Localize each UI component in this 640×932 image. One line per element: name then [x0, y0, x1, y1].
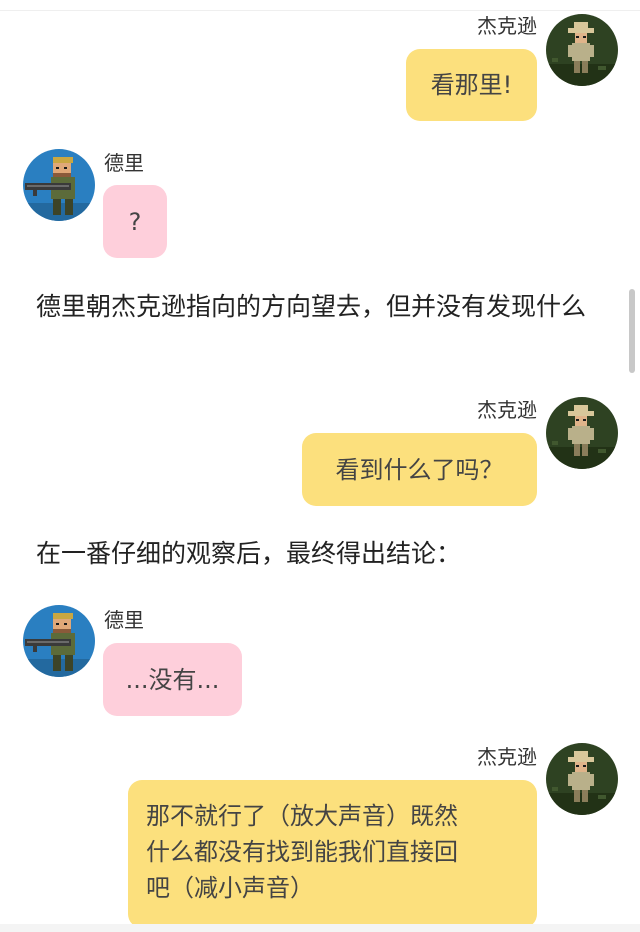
bottom-divider [0, 924, 640, 932]
message-line: 吧（减小声音） [146, 874, 314, 902]
gunner-soldier-avatar-icon [23, 605, 95, 677]
message-bubble[interactable]: 看那里! [406, 49, 537, 121]
jackson-avatar[interactable] [546, 14, 618, 86]
gunner-soldier-avatar-icon [23, 149, 95, 221]
speaker-name: 杰克逊 [477, 745, 537, 769]
message-bubble[interactable]: ? [103, 185, 167, 258]
cowboy-hat-soldier-avatar-icon [546, 14, 618, 86]
speaker-name: 德里 [104, 151, 144, 175]
message-bubble[interactable]: 那不就行了（放大声音）既然 什么都没有找到能我们直接回 吧（减小声音） [128, 780, 537, 928]
narration-text: 在一番仔细的观察后，最终得出结论： [36, 539, 462, 568]
top-divider [0, 0, 640, 11]
cowboy-hat-soldier-avatar-icon [546, 397, 618, 469]
message-bubble[interactable]: 看到什么了吗？ [302, 433, 537, 506]
speaker-name: 德里 [104, 608, 144, 632]
chat-screen: 杰克逊 看那里! 德里 ? 德里朝杰克逊指向的方向望去，但并没有发现什么 杰克逊… [0, 0, 640, 932]
speaker-name: 杰克逊 [477, 398, 537, 422]
message-bubble[interactable]: ...没有... [103, 643, 242, 716]
narration-text: 德里朝杰克逊指向的方向望去，但并没有发现什么 [36, 292, 587, 321]
message-line: 那不就行了（放大声音）既然 [146, 802, 458, 830]
jackson-avatar[interactable] [546, 743, 618, 815]
jackson-avatar[interactable] [546, 397, 618, 469]
message-line: 什么都没有找到能我们直接回 [146, 838, 458, 866]
scrollbar[interactable] [629, 289, 635, 373]
cowboy-hat-soldier-avatar-icon [546, 743, 618, 815]
deli-avatar[interactable] [23, 605, 95, 677]
speaker-name: 杰克逊 [477, 14, 537, 38]
deli-avatar[interactable] [23, 149, 95, 221]
